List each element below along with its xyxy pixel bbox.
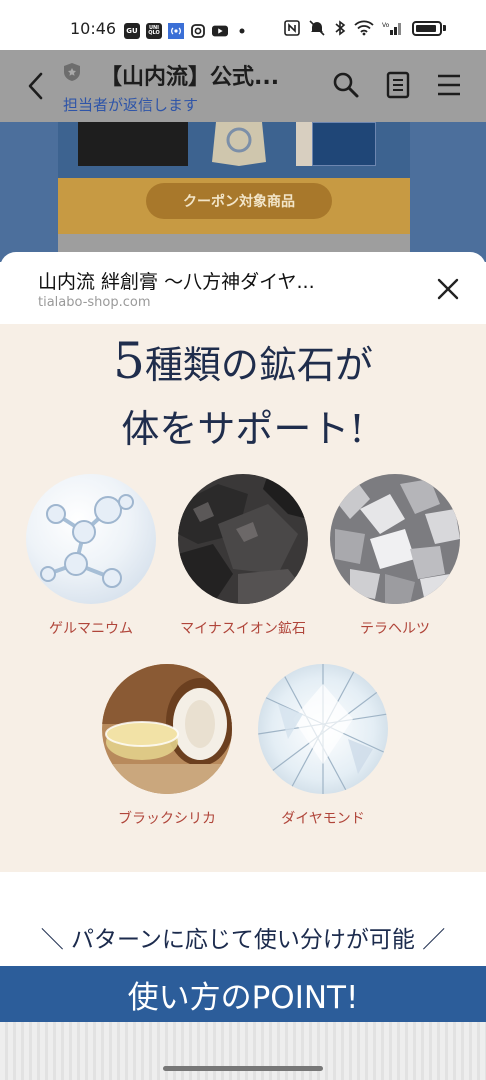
back-arrow-icon[interactable] [22, 70, 50, 102]
headline-line1: 5種類の鉱石が [0, 332, 486, 390]
status-time: 10:46 [70, 19, 117, 38]
notification-dot-icon [234, 23, 250, 39]
webview-url: tialabo-shop.com [38, 295, 151, 310]
menu-icon[interactable] [434, 70, 464, 100]
usage-point-banner: 使い方のPOINT! [0, 966, 486, 1022]
uniqlo-app-icon: UNI QLO [146, 23, 162, 39]
chat-subtitle: 担当者が返信します [63, 96, 199, 114]
terahertz-image [330, 474, 460, 604]
headline-line1-text: 種類の鉱石が [144, 343, 373, 387]
official-shield-icon [64, 63, 80, 81]
coupon-button: クーポン対象商品 [146, 183, 332, 219]
negative-ion-ore-image [178, 474, 308, 604]
webview-title: 山内流 絆創膏 〜八方神ダイヤ... [38, 271, 315, 293]
mineral-label-black-silica: ブラックシリカ [118, 811, 216, 827]
mineral-label-negative-ion-ore: マイナスイオン鉱石 [180, 621, 306, 637]
webview-sheet: 山内流 絆創膏 〜八方神ダイヤ... tialabo-shop.com 5種類の… [0, 252, 486, 1080]
battery-tip [443, 25, 446, 31]
gu-app-icon: GU [124, 23, 140, 39]
coupon-card-products [58, 122, 410, 178]
home-indicator[interactable] [163, 1066, 323, 1071]
nfc-icon [284, 20, 300, 36]
bluetooth-icon [335, 20, 346, 36]
youtube-icon [212, 23, 228, 39]
wifi-icon [354, 20, 374, 36]
broadcast-icon [168, 23, 184, 39]
cellular-signal-icon: Vo [382, 22, 401, 35]
next-section-preview [0, 1022, 486, 1080]
status-system-icons: Vo [284, 20, 446, 36]
mineral-label-germanium: ゲルマニウム [49, 621, 133, 637]
mineral-label-diamond: ダイヤモンド [281, 811, 365, 827]
close-icon[interactable] [432, 273, 464, 305]
instagram-icon [190, 23, 206, 39]
diamond-image [258, 664, 388, 794]
battery-icon [412, 20, 442, 36]
mute-icon [309, 20, 325, 36]
mineral-label-terahertz: テラヘルツ [360, 621, 430, 637]
notes-icon[interactable] [383, 70, 413, 100]
svg-text:Vo: Vo [382, 22, 390, 29]
status-bar: 10:46 GU UNI QLO Vo [0, 0, 486, 50]
headline-number: 5 [113, 332, 145, 390]
status-notification-icons: GU UNI QLO [124, 20, 250, 42]
chat-background-message: クーポン対象商品 [0, 122, 486, 262]
search-icon[interactable] [331, 70, 361, 100]
headline-line2: 体をサポート! [121, 407, 365, 451]
pattern-usage-text: ＼ パターンに応じて使い分けが可能 ／ [40, 927, 446, 953]
black-silica-image [102, 664, 232, 794]
germanium-image [26, 474, 156, 604]
chat-title: 【山内流】公式... [100, 65, 280, 90]
